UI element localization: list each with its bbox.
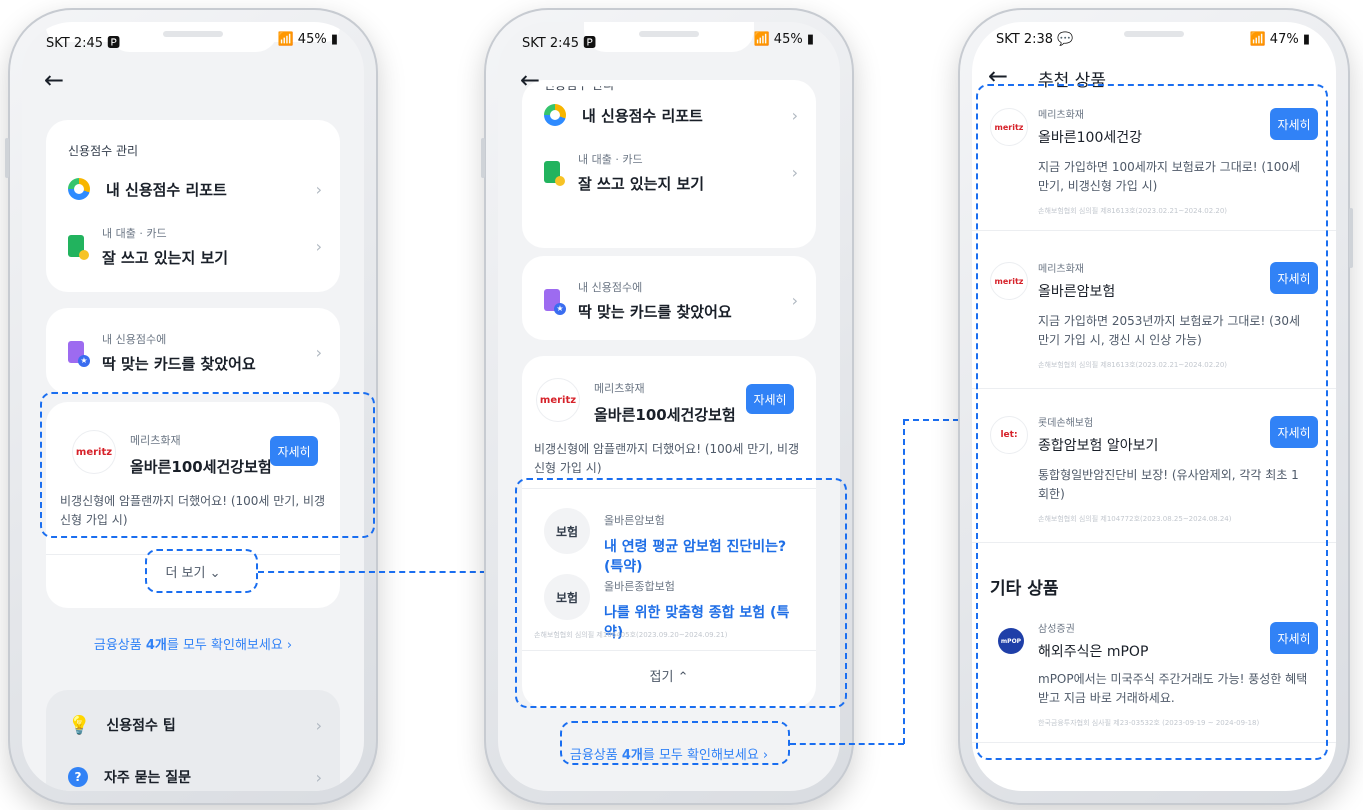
- chevron-right-icon: ›: [791, 162, 798, 182]
- status-bar: SKT 2:45 🅿 📶 45% ▮: [46, 32, 338, 51]
- credit-score-card: 신용점수 관리 내 신용점수 리포트 › 내 대출 · 카드 잘 쓰고 있는지 …: [46, 120, 340, 292]
- highlight-expanded: [515, 478, 847, 708]
- connector-line-1: [258, 571, 496, 573]
- section-header: 신용점수 관리: [68, 144, 139, 158]
- highlight-more: [145, 549, 258, 593]
- credit-score-card: 신용점수 관리 내 신용점수 리포트 › 내 대출 · 카드 잘 쓰고 있는지 …: [522, 80, 816, 248]
- highlight-all-products: [560, 721, 790, 765]
- connector-line-2a: [790, 743, 904, 745]
- highlight-recommended-list: [976, 84, 1328, 760]
- chevron-right-icon: ›: [791, 290, 798, 310]
- tips-card: 💡 신용점수 팁 › ? 자주 묻는 질문 ›: [46, 690, 340, 791]
- status-bar: SKT 2:38 💬 📶 47% ▮: [996, 32, 1310, 47]
- status-right: 📶 45% ▮: [277, 32, 338, 47]
- question-icon: ?: [68, 767, 88, 787]
- status-time: SKT 2:45 🅿: [522, 36, 597, 51]
- chevron-right-icon: ›: [791, 105, 798, 125]
- connector-line-2b: [903, 419, 905, 744]
- faq-item[interactable]: ? 자주 묻는 질문 ›: [68, 764, 322, 790]
- back-arrow-icon[interactable]: ←: [520, 66, 540, 94]
- credit-report-item[interactable]: 내 신용점수 리포트 ›: [544, 102, 798, 128]
- donut-chart-icon: [544, 104, 566, 126]
- donut-chart-icon: [68, 178, 90, 200]
- credit-report-item[interactable]: 내 신용점수 리포트 ›: [68, 176, 322, 202]
- status-time: SKT 2:45 🅿: [46, 36, 121, 51]
- chevron-right-icon: ›: [315, 767, 322, 787]
- chevron-right-icon: ›: [315, 179, 322, 199]
- highlight-product: [40, 392, 375, 538]
- chevron-right-icon: ›: [315, 715, 322, 735]
- detail-button[interactable]: 자세히: [746, 384, 794, 414]
- chevron-right-icon: ›: [315, 236, 322, 256]
- chevron-right-icon: ›: [315, 342, 322, 362]
- back-arrow-icon[interactable]: ←: [988, 62, 1008, 90]
- loan-card-item[interactable]: 내 대출 · 카드 잘 쓰고 있는지 보기 ›: [68, 224, 322, 268]
- card-star-icon: [544, 289, 566, 315]
- status-bar: SKT 2:45 🅿 📶 45% ▮: [522, 32, 814, 51]
- meritz-logo: meritz: [536, 378, 580, 422]
- card-icon: [544, 161, 565, 186]
- match-card[interactable]: 내 신용점수에 딱 맞는 카드를 찾았어요 ›: [46, 308, 340, 394]
- back-arrow-icon[interactable]: ←: [44, 66, 64, 94]
- match-card[interactable]: 내 신용점수에 딱 맞는 카드를 찾았어요 ›: [522, 256, 816, 340]
- status-right: 📶 45% ▮: [753, 32, 814, 47]
- section-header: 신용점수 관리: [544, 78, 615, 92]
- lightbulb-icon: 💡: [68, 714, 91, 736]
- tip-item[interactable]: 💡 신용점수 팁 ›: [68, 712, 322, 738]
- card-icon: [68, 235, 89, 260]
- status-time: SKT 2:38 💬: [996, 32, 1074, 47]
- status-right: 📶 47% ▮: [1249, 32, 1310, 47]
- all-products-link[interactable]: 금융상품 4개를 모두 확인해보세요 ›: [22, 634, 364, 653]
- card-star-icon: [68, 341, 90, 367]
- loan-card-item[interactable]: 내 대출 · 카드 잘 쓰고 있는지 보기 ›: [544, 150, 798, 194]
